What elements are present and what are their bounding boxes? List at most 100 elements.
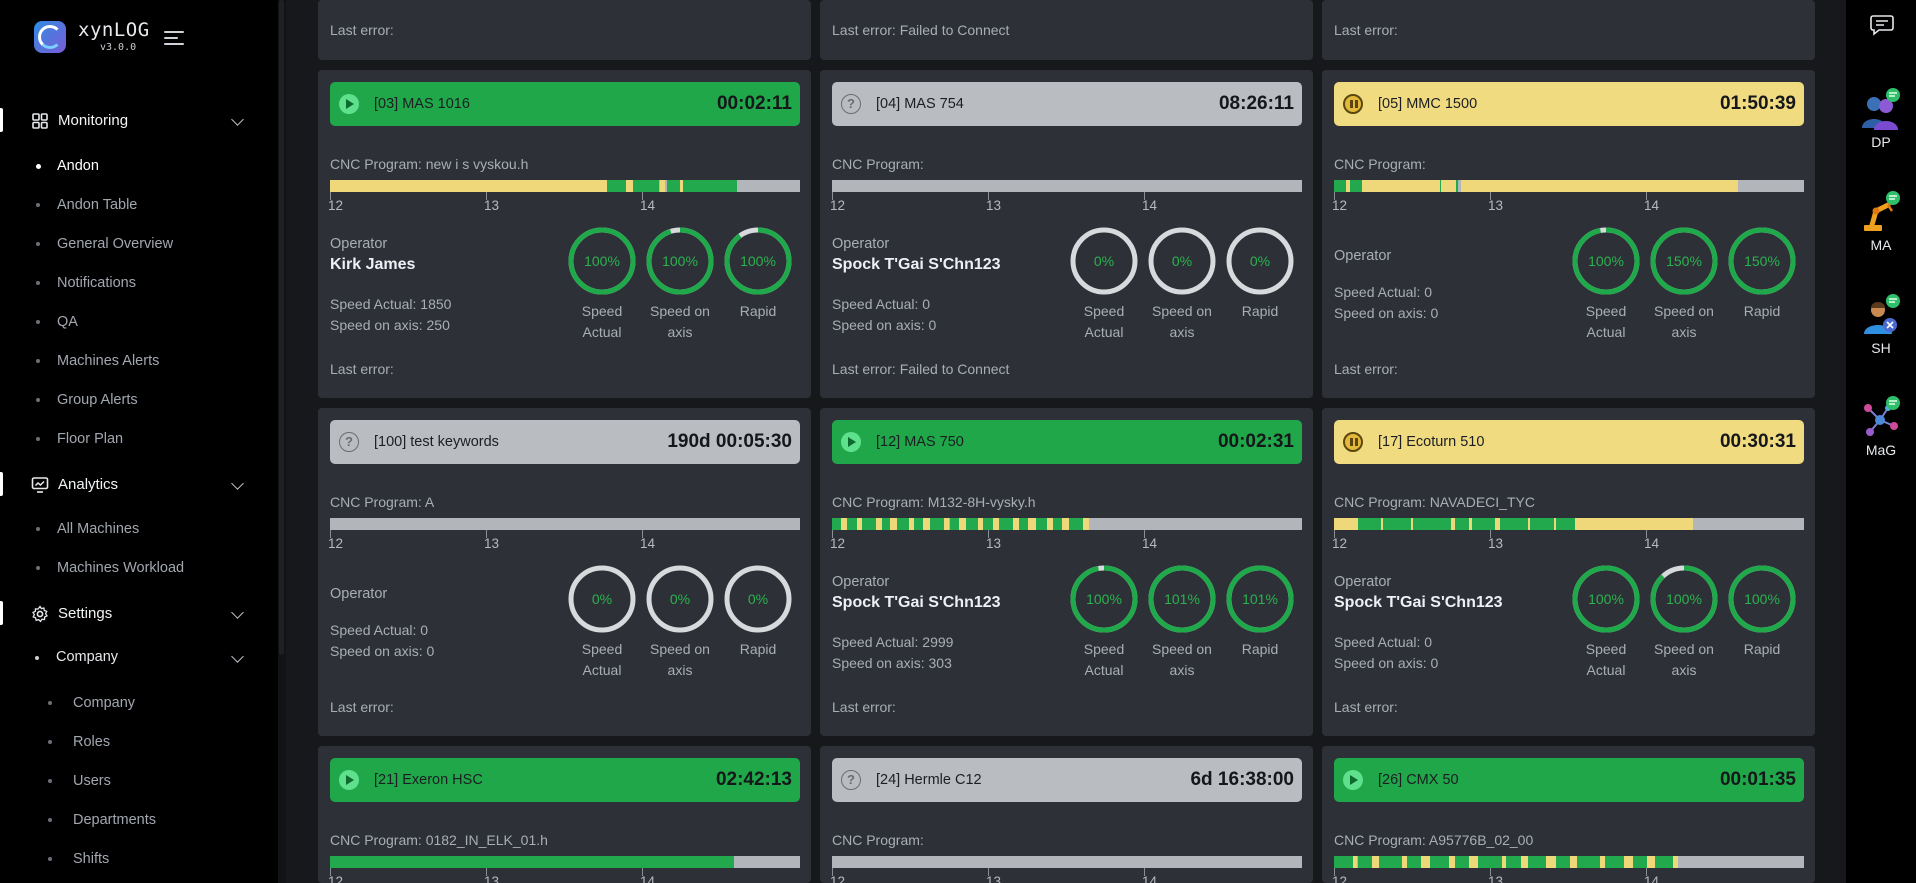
- machine-header[interactable]: [21] Exeron HSC 02:42:13: [330, 758, 800, 802]
- status-duration: 01:50:39: [1719, 93, 1796, 114]
- machine-name: [05] MMC 1500: [1378, 96, 1478, 112]
- machine-card[interactable]: [26] CMX 50 00:01:35 CNC Program: A95776…: [1322, 746, 1815, 883]
- timeline-segment: [832, 518, 842, 530]
- last-error: Last error: Failed to Connect: [832, 22, 1010, 38]
- nav-item-andon-table[interactable]: Andon Table: [0, 191, 278, 219]
- nav-sub-users[interactable]: Users: [0, 767, 278, 795]
- timeline-segment: [913, 518, 924, 530]
- timeline-segment: [1576, 856, 1601, 868]
- hamburger-menu-icon[interactable]: [164, 30, 184, 46]
- nav-monitoring[interactable]: Monitoring: [0, 102, 278, 138]
- machine-card[interactable]: [21] Exeron HSC 02:42:13 CNC Program: 01…: [318, 746, 811, 883]
- nav-sub-shifts[interactable]: Shifts: [0, 845, 278, 873]
- timeline-tick-label: 14: [1142, 874, 1158, 883]
- activity-timeline[interactable]: [832, 856, 1302, 868]
- activity-timeline[interactable]: [330, 856, 800, 868]
- activity-timeline[interactable]: [1334, 518, 1804, 530]
- nav-item-andon[interactable]: Andon: [0, 152, 278, 180]
- nav-item-qa[interactable]: QA: [0, 308, 278, 336]
- svg-text:0%: 0%: [1094, 253, 1114, 269]
- nav-item-machines-alerts[interactable]: Machines Alerts: [0, 347, 278, 375]
- last-error: Last error:: [1334, 22, 1398, 38]
- user-sh[interactable]: SH: [1846, 292, 1916, 356]
- nav-item-floor-plan[interactable]: Floor Plan: [0, 425, 278, 453]
- nav-item-all-machines[interactable]: All Machines: [0, 515, 278, 543]
- timeline-segment: [862, 518, 877, 530]
- chat-icon[interactable]: [1870, 14, 1894, 36]
- machine-header[interactable]: ? [24] Hermle C12 6d 16:38:00: [832, 758, 1302, 802]
- timeline-tick-label: 14: [1644, 874, 1660, 883]
- nav-item-notifications[interactable]: Notifications: [0, 269, 278, 297]
- machine-card[interactable]: [05] MMC 1500 01:50:39 CNC Program: 12 1…: [1322, 70, 1815, 398]
- machine-header[interactable]: ? [100] test keywords 190d 00:05:30: [330, 420, 800, 464]
- machine-header[interactable]: ? [04] MAS 754 08:26:11: [832, 82, 1302, 126]
- user-ma[interactable]: MA: [1846, 189, 1916, 253]
- speed-actual: Speed Actual: 0: [330, 622, 429, 638]
- brand[interactable]: xynLOG v3.0.0: [34, 21, 150, 53]
- timeline-segment: [1378, 856, 1403, 868]
- timeline-tick-label: 13: [986, 198, 1002, 213]
- timeline-tick-label: 12: [328, 536, 344, 551]
- machine-name: [21] Exeron HSC: [374, 772, 483, 788]
- activity-timeline[interactable]: [1334, 180, 1804, 192]
- timeline-segment: [1052, 518, 1063, 530]
- speed-actual: Speed Actual: 2999: [832, 634, 954, 650]
- machine-card[interactable]: ? [04] MAS 754 08:26:11 CNC Program: 12 …: [820, 70, 1313, 398]
- pause-icon: [1343, 432, 1363, 452]
- svg-text:0%: 0%: [592, 591, 612, 607]
- machine-card[interactable]: [17] Ecoturn 510 00:30:31 CNC Program: N…: [1322, 408, 1815, 736]
- machine-header[interactable]: [05] MMC 1500 01:50:39: [1334, 82, 1804, 126]
- timeline-tick-label: 14: [1644, 198, 1660, 213]
- last-error: Last error:: [1334, 699, 1398, 715]
- timeline-segment: [1420, 856, 1431, 868]
- timeline-segment: [1357, 518, 1381, 530]
- xynlog-logo-icon: [34, 21, 66, 53]
- timeline-segment: [1455, 518, 1470, 530]
- nav-sub-roles[interactable]: Roles: [0, 728, 278, 756]
- nav-item-general-overview[interactable]: General Overview: [0, 230, 278, 258]
- machine-card-partial[interactable]: Last error:: [1322, 0, 1815, 60]
- timeline-segment: [1654, 856, 1674, 868]
- timeline-segment: [1357, 856, 1372, 868]
- nav-analytics[interactable]: Analytics: [0, 466, 278, 502]
- machine-card-partial[interactable]: Last error: Failed to Connect: [820, 0, 1313, 60]
- timeline-segment: [1478, 856, 1502, 868]
- timeline-segment: [1019, 518, 1029, 530]
- last-error: Last error: Failed to Connect: [832, 361, 1010, 377]
- activity-timeline[interactable]: [832, 180, 1302, 192]
- operator-name: Spock T'Gai S'Chn123: [832, 256, 1001, 273]
- speed-on-axis: Speed on axis: 0: [330, 643, 435, 659]
- cnc-program: CNC Program: 0182_IN_ELK_01.h: [330, 832, 548, 848]
- timeline-tick-label: 13: [484, 874, 500, 883]
- sidebar-scrollbar[interactable]: [279, 0, 284, 655]
- nav-settings-label: Settings: [58, 604, 113, 622]
- machine-header[interactable]: [26] CMX 50 00:01:35: [1334, 758, 1804, 802]
- machine-card[interactable]: ? [100] test keywords 190d 00:05:30 CNC …: [318, 408, 811, 736]
- machine-header[interactable]: [12] MAS 750 00:02:31: [832, 420, 1302, 464]
- operator-label: Operator: [832, 236, 890, 252]
- nav-item-machines-workload[interactable]: Machines Workload: [0, 554, 278, 582]
- machine-card[interactable]: ? [24] Hermle C12 6d 16:38:00 CNC Progra…: [820, 746, 1313, 883]
- machine-card[interactable]: [12] MAS 750 00:02:31 CNC Program: M132-…: [820, 408, 1313, 736]
- activity-timeline[interactable]: [1334, 856, 1804, 868]
- nav-item-group-alerts[interactable]: Group Alerts: [0, 386, 278, 414]
- timeline-tick-label: 14: [640, 536, 656, 551]
- machine-header[interactable]: [03] MAS 1016 00:02:11: [330, 82, 800, 126]
- machine-header[interactable]: [17] Ecoturn 510 00:30:31: [1334, 420, 1804, 464]
- activity-timeline[interactable]: [330, 180, 800, 192]
- gauge-speed-on-axis: 101% Speed on axis: [1146, 563, 1218, 681]
- operator-label: Operator: [832, 574, 890, 590]
- timeline-tick-label: 12: [1332, 874, 1348, 883]
- user-dp[interactable]: DP: [1846, 86, 1916, 150]
- timeline-segment: [1430, 856, 1450, 868]
- machine-card[interactable]: [03] MAS 1016 00:02:11 CNC Program: new …: [318, 70, 811, 398]
- status-duration: 00:01:35: [1719, 769, 1796, 790]
- user-mag[interactable]: MaG: [1846, 394, 1916, 458]
- activity-timeline[interactable]: [832, 518, 1302, 530]
- nav-sub-company[interactable]: Company: [0, 689, 278, 717]
- machine-card-partial[interactable]: Last error:: [318, 0, 811, 60]
- activity-timeline[interactable]: [330, 518, 800, 530]
- nav-settings[interactable]: Settings: [0, 595, 278, 631]
- nav-sub-departments[interactable]: Departments: [0, 806, 278, 834]
- nav-group-company[interactable]: Company: [0, 644, 278, 672]
